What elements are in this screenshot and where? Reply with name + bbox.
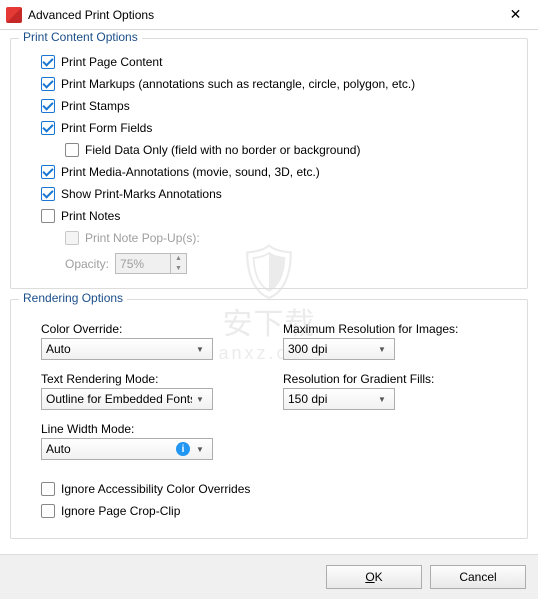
opacity-label: Opacity:	[65, 257, 109, 271]
spinner-down-icon: ▼	[171, 264, 186, 274]
field-data-only-label[interactable]: Field Data Only (field with no border or…	[85, 141, 360, 159]
field-data-only-checkbox[interactable]	[65, 143, 79, 157]
ok-button[interactable]: OK	[326, 565, 422, 589]
window-title: Advanced Print Options	[28, 8, 493, 22]
chevron-down-icon: ▼	[192, 345, 208, 354]
print-form-fields-label[interactable]: Print Form Fields	[61, 119, 152, 137]
group-legend: Rendering Options	[19, 291, 127, 305]
print-notes-label[interactable]: Print Notes	[61, 207, 120, 225]
print-media-annotations-label[interactable]: Print Media-Annotations (movie, sound, 3…	[61, 163, 320, 181]
print-markups-label[interactable]: Print Markups (annotations such as recta…	[61, 75, 415, 93]
chevron-down-icon: ▼	[374, 345, 390, 354]
gradient-resolution-label: Resolution for Gradient Fills:	[283, 372, 497, 386]
ignore-crop-clip-checkbox[interactable]	[41, 504, 55, 518]
title-bar: Advanced Print Options ✕	[0, 0, 538, 30]
print-page-content-checkbox[interactable]	[41, 55, 55, 69]
show-print-marks-checkbox[interactable]	[41, 187, 55, 201]
ignore-accessibility-checkbox[interactable]	[41, 482, 55, 496]
print-page-content-label[interactable]: Print Page Content	[61, 53, 162, 71]
ignore-crop-clip-label[interactable]: Ignore Page Crop-Clip	[61, 502, 180, 520]
print-notes-checkbox[interactable]	[41, 209, 55, 223]
print-stamps-label[interactable]: Print Stamps	[61, 97, 130, 115]
text-rendering-label: Text Rendering Mode:	[41, 372, 255, 386]
max-resolution-combo[interactable]: 300 dpi ▼	[283, 338, 395, 360]
chevron-down-icon: ▼	[192, 395, 208, 404]
print-stamps-checkbox[interactable]	[41, 99, 55, 113]
color-override-label: Color Override:	[41, 322, 255, 336]
print-note-popups-checkbox	[65, 231, 79, 245]
chevron-down-icon: ▼	[192, 445, 208, 454]
print-media-annotations-checkbox[interactable]	[41, 165, 55, 179]
spinner-up-icon: ▲	[171, 254, 186, 264]
group-legend: Print Content Options	[19, 30, 142, 44]
rendering-options-group: Rendering Options Color Override: Auto ▼…	[10, 299, 528, 539]
print-content-options-group: Print Content Options Print Page Content…	[10, 38, 528, 289]
show-print-marks-label[interactable]: Show Print-Marks Annotations	[61, 185, 222, 203]
print-form-fields-checkbox[interactable]	[41, 121, 55, 135]
line-width-combo[interactable]: Auto i ▼	[41, 438, 213, 460]
text-rendering-combo[interactable]: Outline for Embedded Fonts ▼	[41, 388, 213, 410]
gradient-resolution-combo[interactable]: 150 dpi ▼	[283, 388, 395, 410]
ignore-accessibility-label[interactable]: Ignore Accessibility Color Overrides	[61, 480, 250, 498]
print-markups-checkbox[interactable]	[41, 77, 55, 91]
app-icon	[6, 7, 22, 23]
dialog-footer: OK Cancel	[0, 554, 538, 599]
print-note-popups-label: Print Note Pop-Up(s):	[85, 229, 200, 247]
max-resolution-label: Maximum Resolution for Images:	[283, 322, 497, 336]
info-icon: i	[176, 442, 190, 456]
color-override-combo[interactable]: Auto ▼	[41, 338, 213, 360]
cancel-button[interactable]: Cancel	[430, 565, 526, 589]
opacity-spinner: 75% ▲ ▼	[115, 253, 187, 274]
chevron-down-icon: ▼	[374, 395, 390, 404]
close-button[interactable]: ✕	[493, 0, 538, 30]
line-width-label: Line Width Mode:	[41, 422, 255, 436]
